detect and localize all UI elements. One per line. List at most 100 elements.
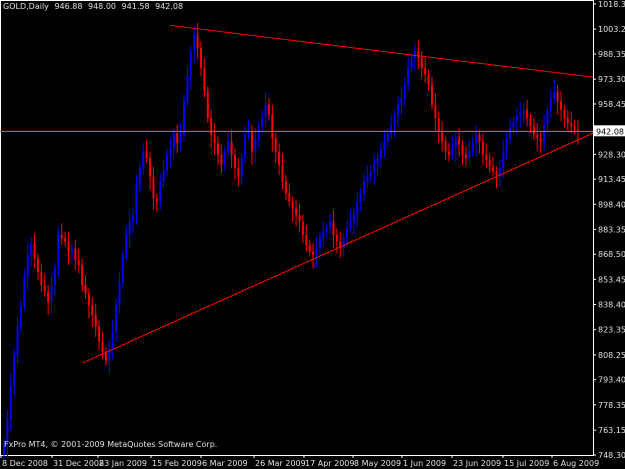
candle-body — [553, 91, 556, 99]
candle-body — [573, 126, 576, 130]
candle-body — [19, 305, 22, 327]
candle-body — [84, 285, 87, 294]
candle-body — [237, 168, 240, 177]
candle-body — [57, 235, 60, 269]
x-tick-label: 1 Jun 2009 — [403, 459, 446, 468]
candle-body — [400, 98, 403, 105]
candle-body — [179, 134, 182, 144]
candle-body — [152, 176, 155, 199]
x-tick-label: 15 Feb 2009 — [152, 459, 202, 468]
candle-body — [427, 74, 430, 85]
candle-body — [135, 184, 138, 215]
candle-body — [98, 326, 101, 342]
candle-body — [240, 158, 243, 177]
x-tick-label: 26 Mar 2009 — [255, 459, 306, 468]
candle-body — [413, 51, 416, 58]
candle-body — [335, 235, 338, 242]
candle-body — [186, 76, 189, 102]
candle-body — [546, 111, 549, 125]
x-tick-label: 17 Apr 2009 — [305, 459, 354, 468]
candle-body — [563, 109, 566, 119]
plot-frame — [0, 0, 594, 456]
candle-body — [560, 101, 563, 110]
candle-body — [74, 248, 77, 261]
candle-body — [121, 255, 124, 282]
candle-body — [210, 118, 213, 135]
y-tick-label: 853.45 — [598, 275, 625, 284]
candle-body — [308, 245, 311, 252]
candle-body — [325, 228, 328, 232]
candle-body — [376, 158, 379, 165]
candle-body — [566, 118, 569, 124]
candle-body — [257, 126, 260, 139]
y-tick-label: 793.40 — [598, 376, 625, 385]
y-tick-label: 898.40 — [598, 200, 625, 209]
y-tick-label: 868.50 — [598, 250, 625, 259]
candle-body — [216, 143, 219, 155]
current-price-label: 942.08 — [596, 127, 624, 136]
candle-body — [454, 138, 457, 149]
candle-body — [556, 91, 559, 102]
copyright-text: FxPro MT4, © 2001-2009 MetaQuotes Softwa… — [4, 440, 218, 449]
candle-body — [254, 138, 257, 152]
candle-body — [519, 113, 522, 117]
candle-body — [278, 151, 281, 165]
chart-window[interactable]: 1018.301003.25988.35973.30958.45943.4092… — [0, 0, 625, 469]
candle-body — [227, 141, 230, 152]
y-tick-label: 778.35 — [598, 401, 625, 410]
candle-body — [111, 331, 114, 349]
candle-body — [515, 116, 518, 122]
candle-body — [183, 101, 186, 135]
candle-body — [570, 123, 573, 127]
candle-body — [155, 198, 158, 202]
candle-body — [434, 104, 437, 119]
y-tick-label: 823.35 — [598, 326, 625, 335]
candle-body — [349, 221, 352, 229]
candle-body — [539, 138, 542, 142]
candle-body — [505, 138, 508, 152]
candle-body — [118, 281, 121, 306]
candle-body — [373, 164, 376, 172]
y-tick-label: 958.45 — [598, 100, 625, 109]
candle-body — [250, 131, 253, 152]
candle-body — [461, 144, 464, 155]
y-tick-label: 838.40 — [598, 300, 625, 309]
y-tick-label: 748.30 — [598, 451, 625, 460]
candle-body — [509, 128, 512, 139]
candle-body — [128, 221, 131, 236]
candle-body — [390, 124, 393, 135]
candle-body — [16, 326, 19, 356]
candle-body — [244, 134, 247, 159]
y-tick-label: 913.45 — [598, 175, 625, 184]
candle-body — [332, 221, 335, 236]
candle-body — [125, 235, 128, 256]
candle-body — [261, 118, 264, 127]
candle-body — [162, 171, 165, 182]
candle-body — [430, 84, 433, 105]
candle-body — [471, 143, 474, 152]
candle-body — [220, 154, 223, 165]
candle-body — [366, 176, 369, 182]
y-tick-label: 988.35 — [598, 50, 625, 59]
candle-body — [87, 293, 90, 306]
x-tick-label: 23 Jun 2009 — [453, 459, 501, 468]
candle-body — [264, 104, 267, 119]
candle-body — [43, 285, 46, 292]
candle-body — [322, 231, 325, 239]
candlestick-chart[interactable]: 1018.301003.25988.35973.30958.45943.4092… — [0, 0, 625, 469]
candle-body — [36, 258, 39, 272]
candle-body — [115, 305, 118, 332]
candle-body — [312, 251, 315, 256]
candle-body — [288, 193, 291, 202]
y-tick-label: 1018.30 — [598, 0, 625, 9]
candle-body — [410, 57, 413, 68]
candle-body — [159, 181, 162, 202]
candle-body — [495, 171, 498, 175]
y-tick-label: 763.15 — [598, 426, 625, 435]
candle-body — [451, 148, 454, 155]
candle-body — [291, 201, 294, 209]
candle-body — [522, 109, 525, 114]
candle-body — [60, 235, 63, 239]
candle-body — [145, 151, 148, 159]
candle-body — [502, 151, 505, 169]
